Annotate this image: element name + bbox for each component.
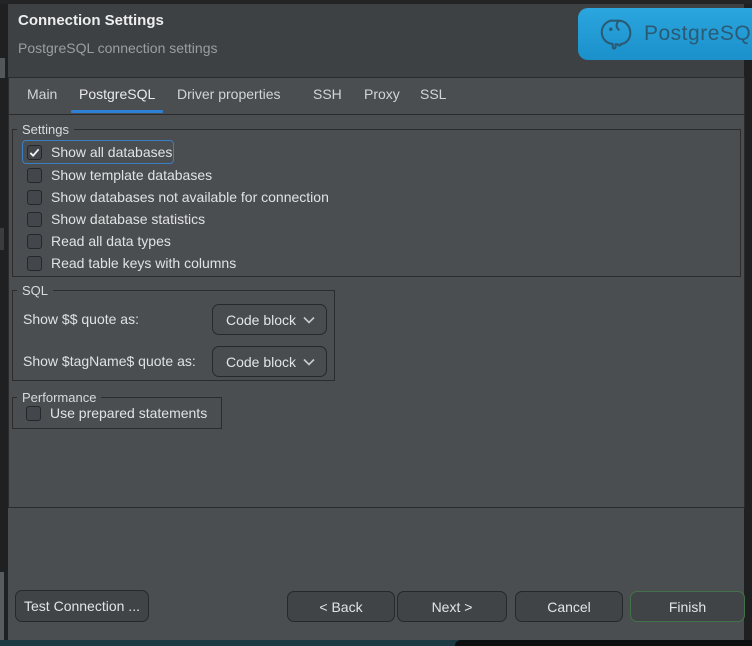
checkbox-label: Read all data types [51,233,171,249]
background-taskbar-strip [0,640,752,646]
performance-group: Performance Use prepared statements [12,397,222,429]
background-window-fragment [0,58,5,78]
sql-group: SQL Show $$ quote as: Code block Show $t… [12,290,335,381]
sql-group-label: SQL [17,282,53,299]
background-window-corner [455,640,752,646]
window-margin-right [744,4,752,640]
settings-group-label: Settings [17,121,74,138]
finish-button[interactable]: Finish [630,591,745,622]
checkbox-label: Show all databases [51,144,172,160]
chevron-down-icon [303,358,315,366]
dollar-quote-value: Code block [226,312,296,328]
wizard-header: Connection Settings PostgreSQL connectio… [8,4,744,78]
settings-group: Settings Show all databases Show templat… [12,129,741,277]
test-connection-button[interactable]: Test Connection ... [15,590,149,622]
checkbox-label: Show template databases [51,167,212,183]
checkbox-show-databases-not-available[interactable] [27,190,42,205]
dialog-subtitle: PostgreSQL connection settings [18,40,218,56]
postgresql-logo-text: PostgreSQL [644,22,752,46]
tagname-quote-value: Code block [226,354,296,370]
tagname-quote-select[interactable]: Code block [212,346,327,377]
checkbox-use-prepared-statements[interactable] [26,406,41,421]
postgresql-logo-badge: PostgreSQL [578,8,752,60]
checkbox-show-database-statistics[interactable] [27,212,42,227]
checkbox-label: Show databases not available for connect… [51,189,329,205]
background-window-fragment [0,228,4,250]
checkmark-icon [29,147,40,158]
back-button[interactable]: < Back [287,591,395,622]
dialog-title: Connection Settings [18,12,164,29]
checkbox-label: Use prepared statements [50,405,207,421]
cancel-button[interactable]: Cancel [515,591,623,622]
chevron-down-icon [303,316,315,324]
tagname-quote-label: Show $tagName$ quote as: [23,346,196,377]
checkbox-show-all-databases[interactable] [27,145,42,160]
next-button[interactable]: Next > [397,591,507,622]
checkbox-show-template-databases[interactable] [27,168,42,183]
postgresql-elephant-icon [598,15,636,53]
window-margin-left [0,4,8,640]
checkbox-label: Show database statistics [51,211,205,227]
dollar-quote-label: Show $$ quote as: [23,304,139,335]
background-window-fragment [0,572,4,640]
checkbox-read-table-keys[interactable] [27,256,42,271]
dollar-quote-select[interactable]: Code block [212,304,327,335]
checkbox-read-all-data-types[interactable] [27,234,42,249]
connection-settings-window: Connection Settings PostgreSQL connectio… [0,0,752,646]
checkbox-label: Read table keys with columns [51,255,236,271]
